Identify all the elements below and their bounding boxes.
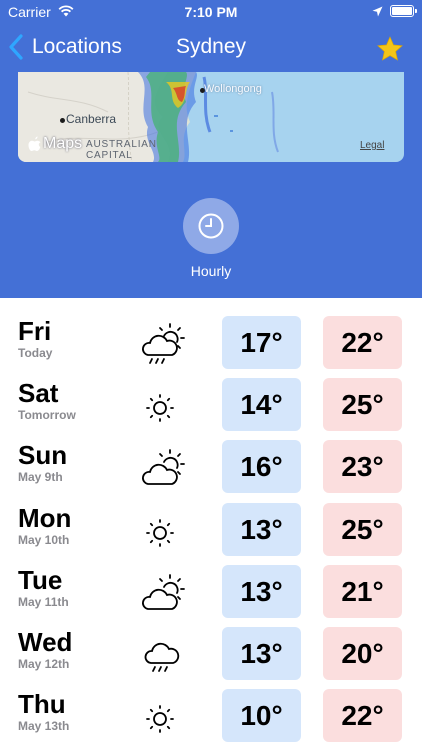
day-date: Today xyxy=(18,346,53,360)
day-name: Tue xyxy=(18,565,63,595)
forecast-row[interactable]: Thu May 13th 10° 22° xyxy=(0,689,422,750)
partly-cloudy-rain-icon xyxy=(142,323,185,364)
temp-low[interactable]: 13° xyxy=(222,627,301,680)
cloud-rain-icon xyxy=(144,642,180,672)
back-button[interactable]: Locations xyxy=(8,30,122,64)
maps-logo: Maps xyxy=(28,135,82,153)
temp-low[interactable]: 13° xyxy=(222,565,301,618)
location-arrow-icon xyxy=(372,6,383,17)
temp-high[interactable]: 25° xyxy=(323,378,402,431)
map-label-capital: AUSTRALIAN CAPITAL xyxy=(86,139,157,161)
radar-map[interactable]: Canberra Wollongong AUSTRALIAN CAPITAL M… xyxy=(18,72,404,162)
legal-link[interactable]: Legal xyxy=(360,140,384,151)
forecast-row[interactable]: Sun May 9th 16° 23° xyxy=(0,440,422,502)
hourly-button[interactable] xyxy=(183,198,239,254)
day-name: Wed xyxy=(18,627,73,657)
day-date: Tomorrow xyxy=(18,408,76,422)
temp-high[interactable]: 21° xyxy=(323,565,402,618)
forecast-row[interactable]: Wed May 12th 13° 20° xyxy=(0,627,422,689)
day-date: May 11th xyxy=(18,595,69,609)
maps-logo-text: Maps xyxy=(43,135,83,152)
temp-low[interactable]: 16° xyxy=(222,440,301,493)
temp-low[interactable]: 13° xyxy=(222,503,301,556)
sun-icon xyxy=(146,705,174,733)
forecast-row[interactable]: Tue May 11th 13° 21° xyxy=(0,565,422,627)
day-name: Mon xyxy=(18,503,72,533)
back-label: Locations xyxy=(32,35,122,58)
forecast-row[interactable]: Sat Tomorrow 14° 25° xyxy=(0,378,422,440)
day-date: May 12th xyxy=(18,657,70,671)
sun-icon xyxy=(146,394,174,422)
temp-high[interactable]: 22° xyxy=(323,316,402,369)
day-name: Sat xyxy=(18,378,59,408)
temp-low[interactable]: 14° xyxy=(222,378,301,431)
clock-icon xyxy=(198,213,224,239)
header-panel: Canberra Wollongong AUSTRALIAN CAPITAL M… xyxy=(0,72,422,298)
page-title: Sydney xyxy=(175,35,247,58)
day-date: May 9th xyxy=(18,470,63,484)
temp-high[interactable]: 23° xyxy=(323,440,402,493)
sun-icon xyxy=(146,519,174,547)
day-date: May 13th xyxy=(18,719,70,733)
battery-icon xyxy=(390,5,417,17)
nav-bar: Locations Sydney xyxy=(0,24,422,72)
apple-logo-icon xyxy=(28,136,41,151)
temp-high[interactable]: 20° xyxy=(323,627,402,680)
temp-low[interactable]: 17° xyxy=(222,316,301,369)
partly-cloudy-icon xyxy=(142,449,185,485)
status-bar: Carrier 7:10 PM xyxy=(0,0,422,24)
partly-cloudy-icon xyxy=(142,574,185,610)
map-label-wollongong: Wollongong xyxy=(204,83,262,95)
temp-high[interactable]: 25° xyxy=(323,503,402,556)
city-marker xyxy=(60,118,65,123)
chevron-left-icon xyxy=(9,34,23,60)
map-label-canberra: Canberra xyxy=(66,112,117,126)
day-name: Sun xyxy=(18,440,68,470)
clock: 7:10 PM xyxy=(184,4,238,20)
favorite-star-icon[interactable] xyxy=(376,35,404,63)
temp-high[interactable]: 22° xyxy=(323,689,402,742)
temp-low[interactable]: 10° xyxy=(222,689,301,742)
hourly-label: Hourly xyxy=(190,263,232,279)
day-date: May 10th xyxy=(18,533,70,547)
day-name: Fri xyxy=(18,316,52,346)
forecast-row[interactable]: Mon May 10th 13° 25° xyxy=(0,503,422,565)
forecast-row[interactable]: Fri Today 17° 22° xyxy=(0,316,422,378)
day-name: Thu xyxy=(18,689,66,719)
